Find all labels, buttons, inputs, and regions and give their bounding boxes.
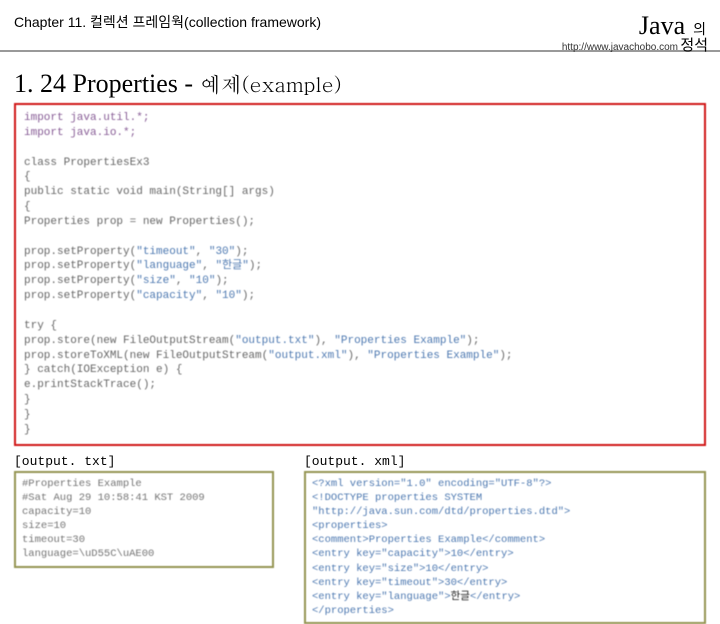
code-line: prop.setProperty("capacity", "10"); [24,289,696,304]
code-line: prop.setProperty("size", "10"); [24,274,696,289]
out-line: #Properties Example [22,477,266,491]
code-line: class PropertiesEx3 [24,156,696,171]
out-line: <entry key="language">한글</entry> [312,590,698,604]
section-title: 1. 24 Properties - 예제(example) [14,68,720,99]
out-line: <!DOCTYPE properties SYSTEM "http://java… [312,491,698,519]
output-xml-box: <?xml version="1.0" encoding="UTF-8"?> <… [304,471,706,624]
code-line: Properties prop = new Properties(); [24,215,696,230]
code-line: { [24,200,696,215]
code-line: } [24,393,696,408]
output-txt-box: #Properties Example #Sat Aug 29 10:58:41… [14,471,274,568]
header-url: http://www.javachobo.com [562,42,678,53]
output-txt-col: [output. txt] #Properties Example #Sat A… [14,454,274,624]
out-line: #Sat Aug 29 10:58:41 KST 2009 [22,491,266,505]
out-line: <comment>Properties Example</comment> [312,533,698,547]
out-line: <entry key="timeout">30</entry> [312,576,698,590]
title-dash: - [178,69,200,98]
out-line: </properties> [312,604,698,618]
code-line: e.printStackTrace(); [24,378,696,393]
code-example-box: import java.util.*; import java.io.*; cl… [14,103,706,446]
code-line: } [24,423,696,438]
code-line: prop.setProperty("language", "한글"); [24,259,696,274]
output-row: [output. txt] #Properties Example #Sat A… [0,454,720,624]
code-line: import java.util.*; [24,112,149,124]
code-line: public static void main(String[] args) [24,185,696,200]
code-line: } catch(IOException e) { [24,363,696,378]
out-line: capacity=10 [22,505,266,519]
out-line: <entry key="capacity">10</entry> [312,547,698,561]
code-line: try { [24,319,696,334]
chapter-title: Chapter 11. 컬렉션 프레임웍(collection framewor… [14,12,321,32]
out-line: <entry key="size">10</entry> [312,562,698,576]
output-xml-col: [output. xml] <?xml version="1.0" encodi… [304,454,706,624]
title-kor: 예제(example) [200,68,342,98]
code-line: prop.setProperty("timeout", "30"); [24,245,696,260]
output-xml-label: [output. xml] [304,454,706,469]
output-txt-label: [output. txt] [14,454,274,469]
code-line: prop.store(new FileOutputStream("output.… [24,334,696,349]
code-line: prop.storeToXML(new FileOutputStream("ou… [24,349,696,364]
out-line: timeout=30 [22,533,266,547]
brand-java: Java [639,11,685,40]
out-line: size=10 [22,519,266,533]
out-line: <properties> [312,519,698,533]
code-line: import java.io.*; [24,127,136,139]
code-line: { [24,170,696,185]
brand-sub2: 정석 [680,34,708,55]
out-line: language=\uD55C\uAE00 [22,547,266,561]
code-line: } [24,408,696,423]
out-line: <?xml version="1.0" encoding="UTF-8"?> [312,477,698,491]
title-num: 1. 24 Properties [14,69,178,98]
